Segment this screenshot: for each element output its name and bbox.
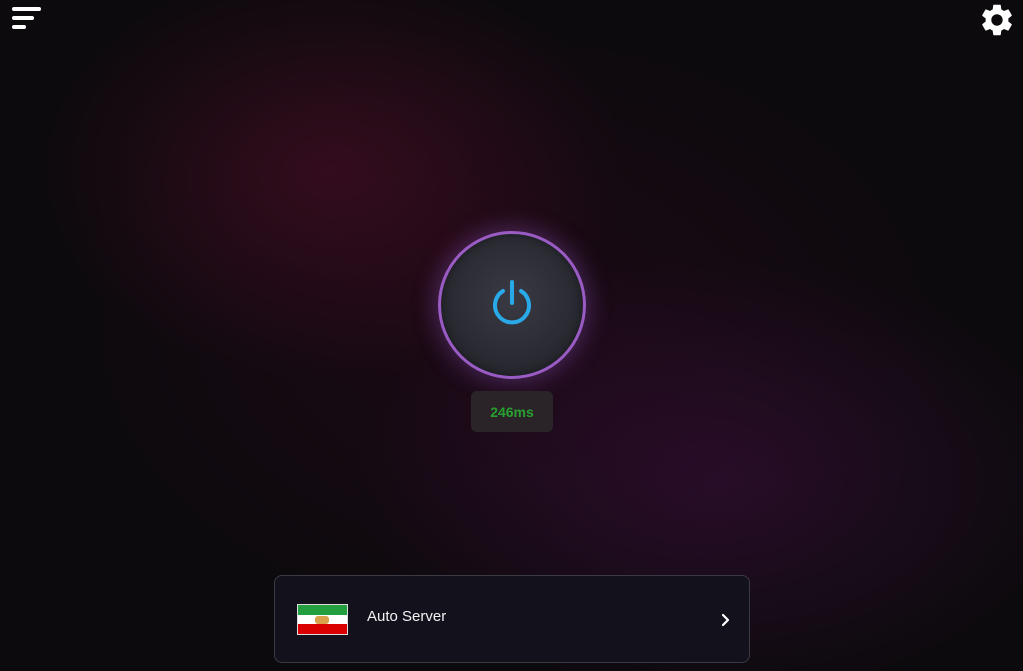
connect-power-button[interactable]	[438, 231, 586, 379]
iran-flag-icon	[297, 604, 348, 635]
gear-icon	[982, 4, 1012, 36]
settings-button[interactable]	[978, 1, 1016, 39]
chevron-right-icon	[721, 613, 730, 627]
ping-badge: 246ms	[471, 391, 553, 432]
menu-button[interactable]	[12, 7, 42, 31]
server-selector[interactable]: Auto Server	[274, 575, 750, 663]
menu-line-1	[12, 7, 41, 11]
power-icon	[493, 280, 531, 325]
server-name: Auto Server	[367, 608, 447, 625]
menu-line-3	[12, 25, 26, 29]
menu-line-2	[12, 16, 34, 20]
